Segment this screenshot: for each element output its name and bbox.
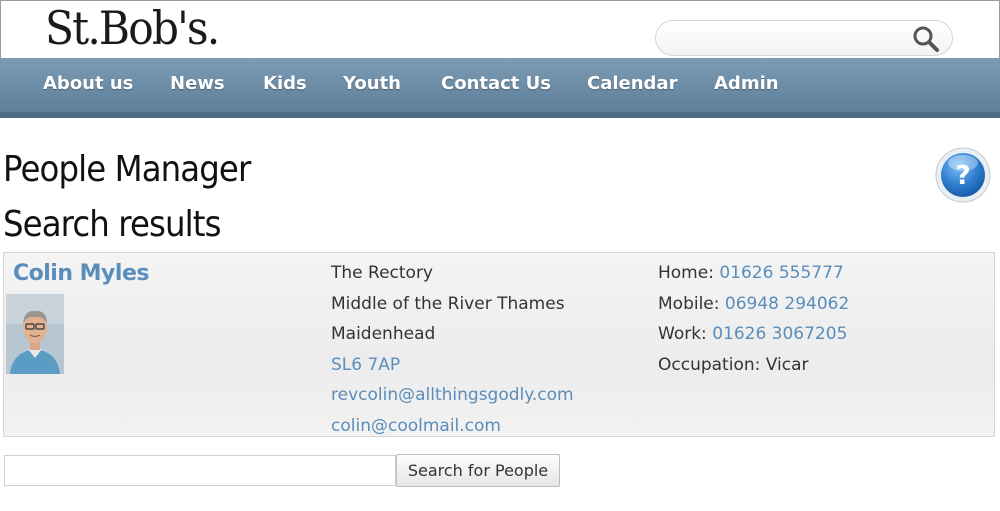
address-column: The Rectory Middle of the River Thames M… — [331, 258, 574, 442]
nav-item-kids[interactable]: Kids — [263, 73, 307, 94]
header-search-input[interactable] — [670, 27, 900, 49]
person-avatar[interactable] — [6, 294, 64, 374]
page-subtitle: Search results — [3, 204, 221, 245]
address-line: The Rectory — [331, 263, 433, 283]
person-name-link[interactable]: Colin Myles — [13, 261, 149, 286]
work-phone-link[interactable]: 01626 3067205 — [712, 324, 847, 344]
avatar-photo — [6, 294, 64, 374]
site-logo[interactable]: St.Bob's. — [45, 5, 220, 51]
email-link[interactable]: revcolin@allthingsgodly.com — [331, 380, 574, 411]
magnifier-icon — [913, 26, 939, 52]
nav-item-contact-us[interactable]: Contact Us — [441, 73, 551, 94]
search-for-people-button[interactable]: Search for People — [396, 454, 560, 487]
search-result-card: Colin Myles The Rectory Middle of the Ri… — [3, 252, 995, 437]
address-line: Maidenhead — [331, 324, 436, 345]
occupation-row: Occupation: Vicar — [658, 350, 849, 381]
home-label: Home: — [658, 263, 714, 283]
help-button[interactable]: ? — [934, 146, 992, 204]
nav-item-youth[interactable]: Youth — [343, 73, 401, 94]
home-phone-row: Home: 01626 555777 — [658, 258, 849, 289]
postcode-link[interactable]: SL6 7AP — [331, 350, 574, 381]
people-search-input[interactable] — [4, 455, 396, 486]
contact-column: Home: 01626 555777 Mobile: 06948 294062 … — [658, 258, 849, 380]
search-button[interactable] — [910, 25, 942, 53]
svg-text:?: ? — [955, 161, 970, 191]
top-bar: St.Bob's. — [0, 0, 1000, 58]
mobile-phone-link[interactable]: 06948 294062 — [725, 294, 849, 314]
address-line: Middle of the River Thames — [331, 293, 565, 314]
mobile-phone-row: Mobile: 06948 294062 — [658, 289, 849, 320]
occupation-value: Vicar — [765, 354, 809, 375]
page-title: People Manager — [3, 149, 251, 190]
work-label: Work: — [658, 324, 707, 345]
home-phone-link[interactable]: 01626 555777 — [719, 263, 843, 283]
email-link[interactable]: colin@coolmail.com — [331, 411, 574, 442]
nav-item-news[interactable]: News — [170, 73, 225, 94]
main-nav: About us News Kids Youth Contact Us Cale… — [0, 58, 1000, 118]
question-mark-icon: ? — [935, 147, 991, 203]
work-phone-row: Work: 01626 3067205 — [658, 319, 849, 350]
header-search-box — [655, 20, 953, 56]
occupation-label: Occupation: — [658, 354, 761, 375]
mobile-label: Mobile: — [658, 293, 720, 314]
nav-item-admin[interactable]: Admin — [714, 73, 779, 94]
nav-item-about-us[interactable]: About us — [43, 73, 133, 94]
nav-item-calendar[interactable]: Calendar — [587, 73, 677, 94]
